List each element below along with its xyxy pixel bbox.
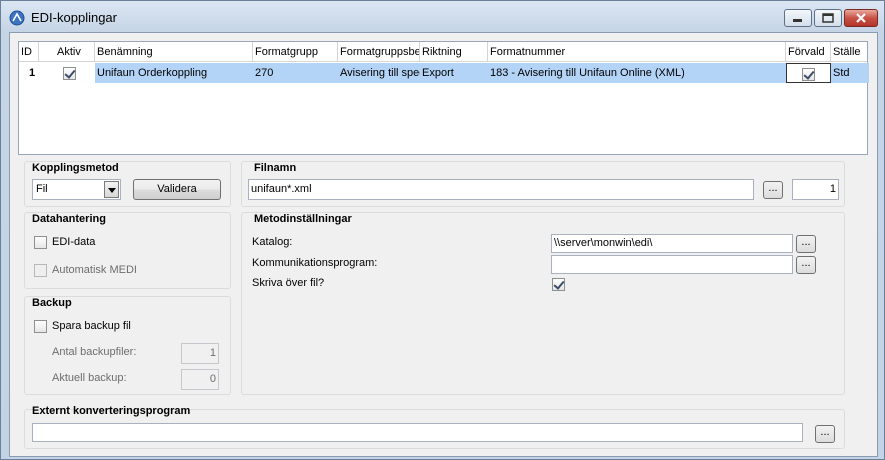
edi-data-label[interactable]: EDI-data [52, 236, 95, 248]
edi-app-icon [9, 10, 25, 26]
client-area: ID Aktiv Benämning Formatgrupp Formatgru… [9, 32, 878, 457]
title-bar[interactable]: EDI-kopplingar [1, 1, 884, 31]
col-header-forvald[interactable]: Förvald [786, 42, 831, 62]
col-header-formatgrupp[interactable]: Formatgrupp [253, 42, 338, 62]
col-header-benamning[interactable]: Benämning [95, 42, 253, 62]
cell-riktning: Export [420, 63, 488, 83]
datahantering-title: Datahantering [32, 213, 106, 225]
validate-button[interactable]: Validera [133, 179, 221, 200]
edi-window: EDI-kopplingar ID Aktiv Benämning Format… [0, 0, 885, 460]
col-header-stalle[interactable]: Ställe [831, 42, 869, 62]
skriva-label: Skriva över fil? [252, 277, 325, 289]
aktuell-backup-input[interactable]: 0 [181, 369, 219, 390]
externt-title: Externt konverteringsprogram [32, 405, 191, 417]
komm-input[interactable] [551, 255, 793, 274]
close-button[interactable] [844, 9, 878, 27]
close-icon [856, 13, 866, 23]
spara-backup-label[interactable]: Spara backup fil [52, 320, 131, 332]
katalog-label: Katalog: [252, 236, 293, 248]
komm-label: Kommunikationsprogram: [252, 257, 378, 269]
medi-label: Automatisk MEDI [52, 264, 137, 276]
chevron-down-icon[interactable] [104, 181, 119, 198]
cell-formatgrupp: 270 [253, 63, 338, 83]
window-title: EDI-kopplingar [31, 10, 117, 25]
katalog-browse-button[interactable]: ... [796, 235, 816, 253]
grid-header: ID Aktiv Benämning Formatgrupp Formatgru… [19, 42, 867, 62]
cell-benamning: Unifaun Orderkoppling [95, 63, 253, 83]
aktiv-checkbox[interactable] [63, 66, 76, 80]
edi-grid[interactable]: ID Aktiv Benämning Formatgrupp Formatgru… [18, 41, 869, 155]
externt-input[interactable] [32, 423, 803, 442]
maximize-icon [822, 13, 834, 23]
cell-stalle: Std [831, 63, 869, 83]
maximize-button[interactable] [814, 9, 842, 27]
col-header-id[interactable]: ID [19, 42, 39, 62]
col-header-riktning[interactable]: Riktning [420, 42, 488, 62]
spara-backup-checkbox[interactable] [34, 320, 47, 333]
filnamn-number-input[interactable]: 1 [792, 179, 839, 200]
cell-forvald[interactable] [786, 63, 831, 83]
skriva-checkbox[interactable] [552, 278, 565, 291]
komm-browse-button[interactable]: ... [796, 256, 816, 274]
filnamn-title: Filnamn [254, 162, 297, 174]
cell-formatgruppsben: Avisering till spec [338, 63, 420, 83]
kopplingsmetod-value: Fil [36, 183, 48, 195]
backup-title: Backup [32, 297, 72, 309]
minimize-button[interactable] [784, 9, 812, 27]
col-header-aktiv[interactable]: Aktiv [39, 42, 95, 62]
kopplingsmetod-title: Kopplingsmetod [32, 162, 119, 174]
col-header-formatnummer[interactable]: Formatnummer [488, 42, 786, 62]
kopplingsmetod-select[interactable]: Fil [32, 179, 121, 200]
forvald-checkbox[interactable] [802, 67, 815, 81]
minimize-icon [793, 19, 802, 22]
metod-title: Metodinställningar [254, 213, 352, 225]
cell-aktiv[interactable] [39, 63, 95, 83]
col-header-formatgruppsben[interactable]: Formatgruppsben [338, 42, 420, 62]
antal-backup-label: Antal backupfiler: [52, 346, 137, 358]
filnamn-browse-button[interactable]: ... [763, 181, 783, 199]
medi-checkbox[interactable] [34, 264, 47, 277]
table-row[interactable]: 1 Unifaun Orderkoppling 270 Avisering ti… [19, 63, 869, 83]
aktuell-backup-label: Aktuell backup: [52, 372, 127, 384]
katalog-input[interactable]: \\server\monwin\edi\ [551, 234, 793, 253]
antal-backup-input[interactable]: 1 [181, 343, 219, 364]
cell-formatnummer: 183 - Avisering till Unifaun Online (XML… [488, 63, 786, 83]
edi-data-checkbox[interactable] [34, 236, 47, 249]
filnamn-input[interactable]: unifaun*.xml [248, 179, 754, 200]
externt-browse-button[interactable]: ... [815, 425, 835, 443]
cell-id: 1 [29, 67, 36, 79]
